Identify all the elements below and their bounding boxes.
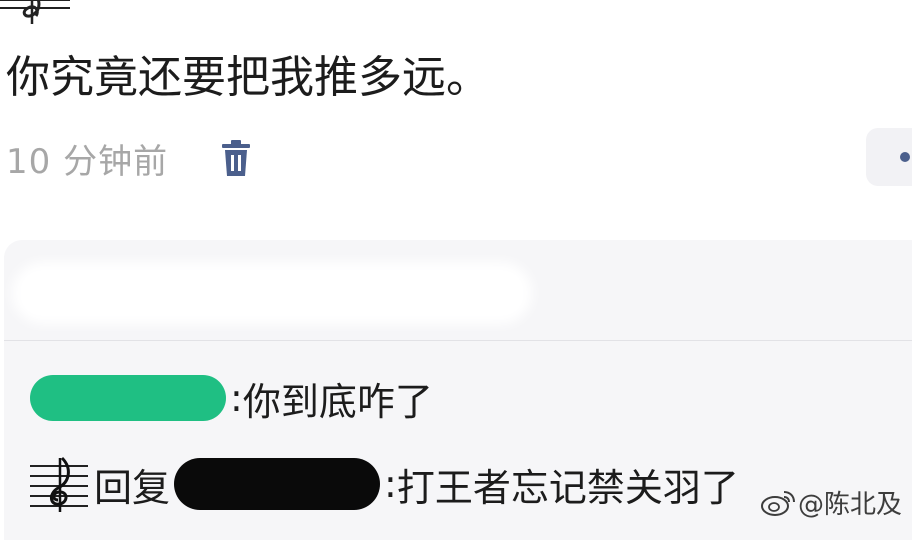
reply-text: 你到底咋了 [242, 379, 433, 424]
watermark: @陈北及 [760, 484, 902, 521]
reply-separator: : [384, 462, 397, 506]
blurred-content [12, 262, 532, 324]
reply-item[interactable]: 回复 : 打王者忘记禁关羽了 [30, 454, 739, 514]
watermark-text: @陈北及 [797, 490, 902, 520]
divider [4, 340, 912, 341]
reply-separator: : [230, 376, 243, 420]
more-dots-icon [900, 152, 910, 162]
reply-prefix: 回复 [94, 465, 171, 510]
treble-clef-icon [0, 0, 70, 24]
redacted-username [174, 458, 381, 510]
post-text: 你究竟还要把我推多远。 [6, 52, 490, 103]
reply-item[interactable]: : 你到底咋了 [30, 368, 433, 428]
reply-text: 打王者忘记禁关羽了 [396, 465, 739, 510]
timestamp: 10 分钟前 [6, 141, 169, 182]
treble-clef-icon [30, 456, 88, 512]
trash-icon[interactable] [216, 136, 256, 180]
post-meta: 10 分钟前 [6, 136, 250, 182]
more-button[interactable] [866, 128, 912, 186]
redacted-username [30, 375, 226, 421]
weibo-icon [760, 490, 795, 516]
